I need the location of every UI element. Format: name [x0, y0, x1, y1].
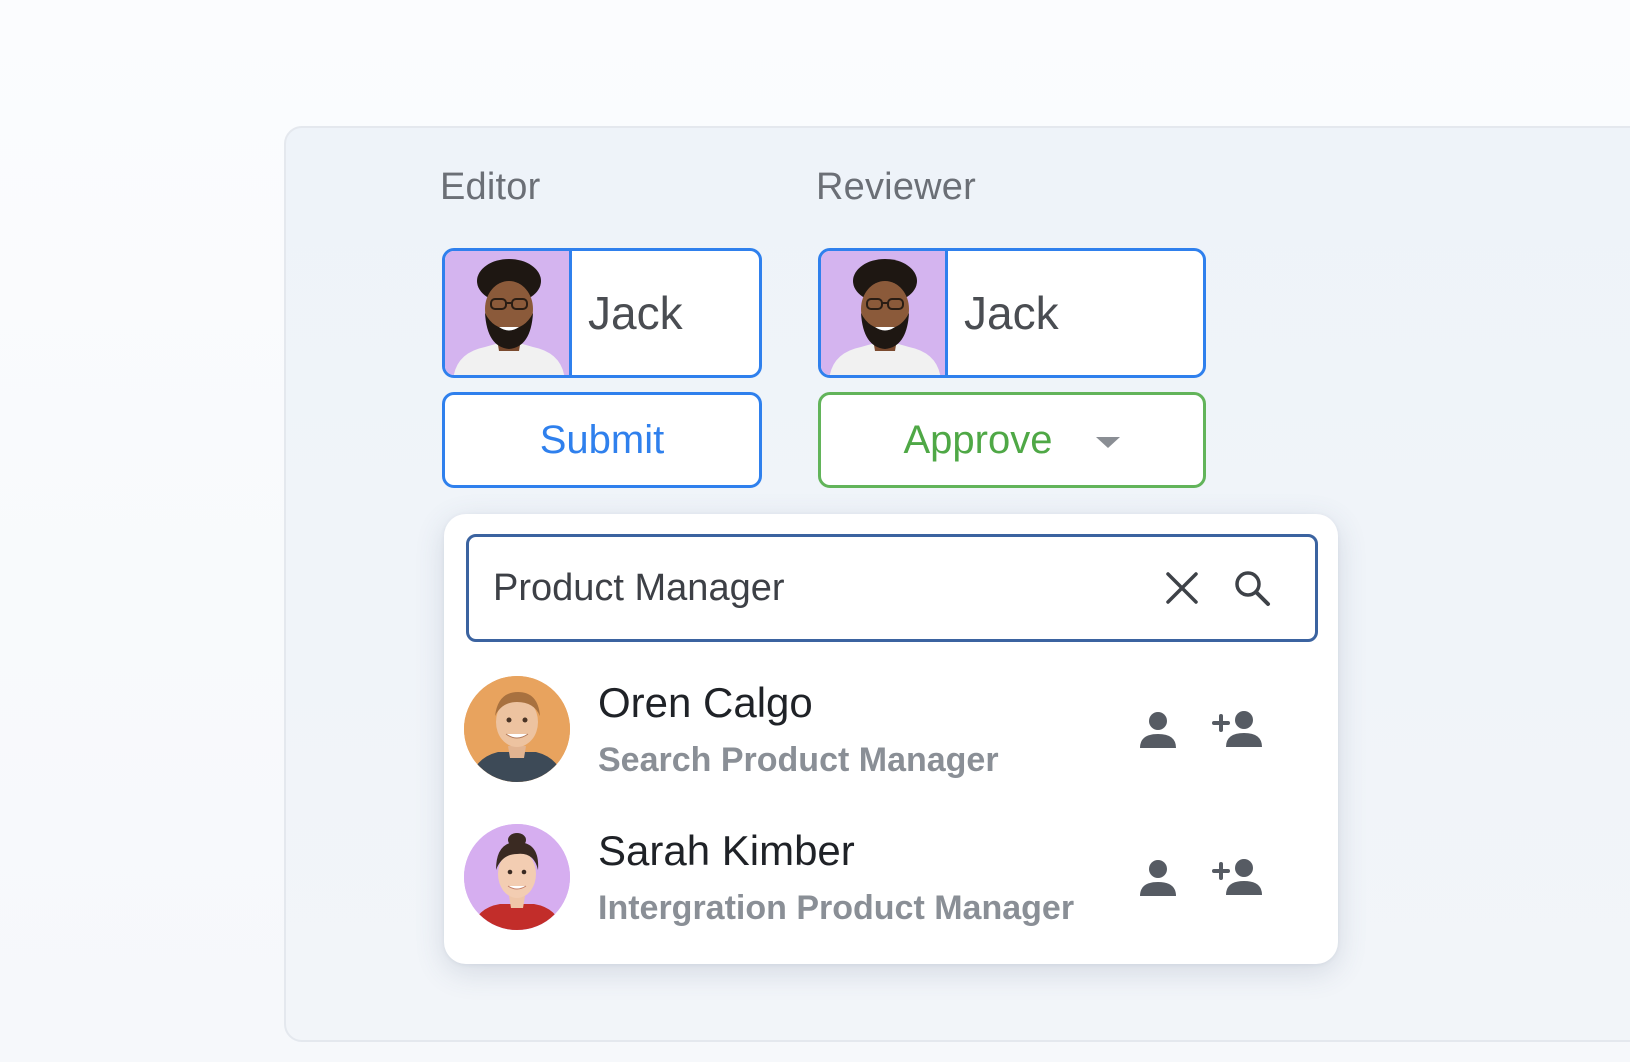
result-item[interactable]: Oren Calgo Search Product Manager: [464, 664, 1318, 794]
result-role: Search Product Manager: [598, 740, 999, 779]
submit-button[interactable]: Submit: [442, 392, 762, 488]
person-icon: [1140, 712, 1176, 748]
result-name: Oren Calgo: [598, 678, 813, 726]
add-person-button[interactable]: [1208, 852, 1268, 902]
assign-person-button[interactable]: [1132, 706, 1184, 754]
assignee-search-dropdown: Oren Calgo Search Product Manager: [444, 514, 1338, 964]
person-icon: [1140, 860, 1176, 896]
editor-label: Editor: [440, 166, 541, 208]
search-icon: [1235, 571, 1270, 606]
result-name: Sarah Kimber: [598, 826, 855, 874]
person-add-icon: [1212, 711, 1262, 747]
add-person-button[interactable]: [1208, 704, 1268, 754]
woman-portrait-icon: [464, 824, 570, 930]
result-avatar: [464, 676, 570, 782]
result-avatar: [464, 824, 570, 930]
result-item[interactable]: Sarah Kimber Intergration Product Manage…: [464, 812, 1318, 942]
search-button[interactable]: [1226, 562, 1278, 614]
reviewer-assignee-name: Jack: [964, 287, 1059, 339]
result-text: Oren Calgo Search Product Manager: [598, 679, 999, 780]
assign-person-button[interactable]: [1132, 854, 1184, 902]
approve-button-label: Approve: [903, 417, 1053, 462]
man-portrait-icon: [829, 259, 941, 375]
reviewer-avatar: [821, 251, 948, 375]
approve-dropdown-button[interactable]: Approve: [818, 392, 1206, 488]
man-portrait-icon: [453, 259, 565, 375]
editor-assignee-name: Jack: [588, 287, 683, 339]
man-portrait-icon: [464, 676, 570, 782]
caret-down-icon: [1096, 436, 1121, 448]
editor-avatar: [445, 251, 572, 375]
reviewer-label: Reviewer: [816, 166, 976, 208]
editor-assignee-chip[interactable]: Jack: [442, 248, 762, 378]
result-role: Intergration Product Manager: [598, 888, 1075, 927]
submit-button-label: Submit: [539, 417, 665, 462]
result-text: Sarah Kimber Intergration Product Manage…: [598, 827, 1074, 928]
reviewer-assignee-chip[interactable]: Jack: [818, 248, 1206, 378]
clear-search-button[interactable]: [1156, 562, 1208, 614]
search-input[interactable]: [493, 566, 1133, 610]
close-icon: [1166, 572, 1198, 604]
person-add-icon: [1212, 859, 1262, 895]
